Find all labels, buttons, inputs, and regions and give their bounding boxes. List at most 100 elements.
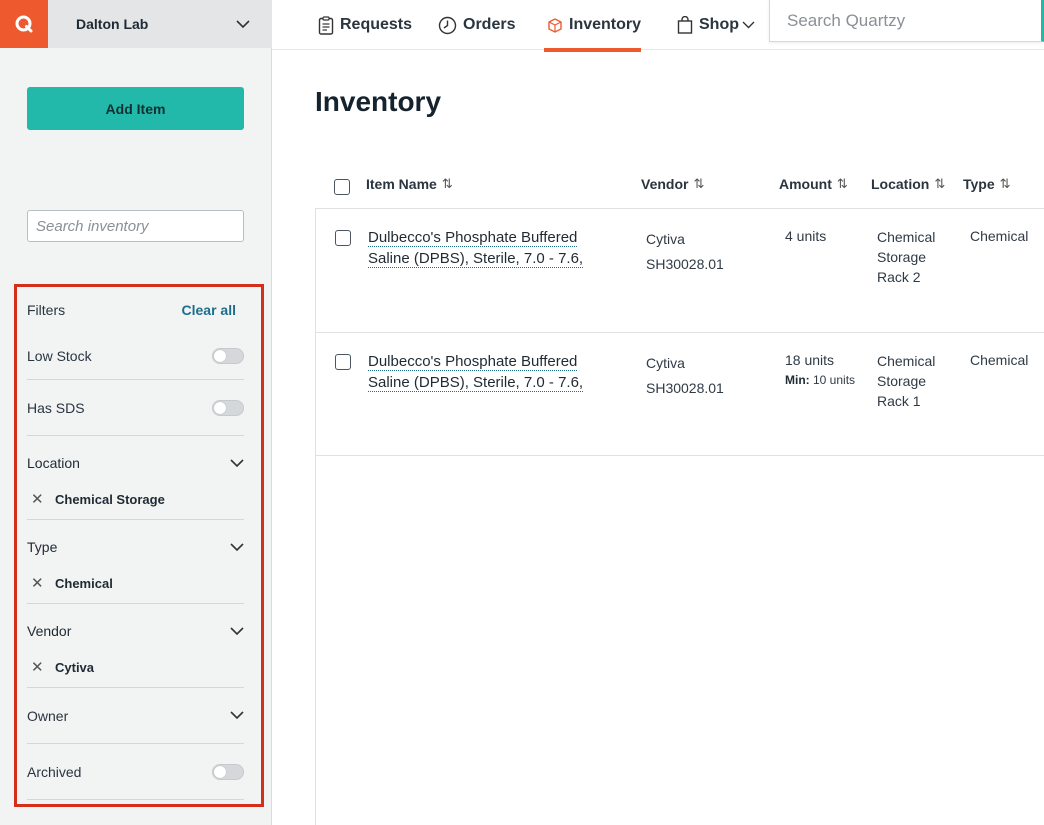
chevron-down-icon	[230, 458, 244, 467]
table-row[interactable]: Dulbecco's Phosphate Buffered Saline (DP…	[315, 209, 1044, 333]
vendor-filter-chip: ✕ Cytiva	[27, 658, 244, 676]
location-line: Storage	[877, 373, 927, 389]
sidebar: Dalton Lab Add Item Filters Clear all Lo…	[0, 0, 272, 825]
item-name-link[interactable]: Saline (DPBS), Sterile, 7.0 - 7.6,	[368, 250, 584, 268]
min-label: Min:	[785, 373, 810, 387]
vendor-name: Cytiva	[646, 231, 685, 247]
global-search	[769, 0, 1044, 42]
filter-location-label: Location	[27, 455, 80, 471]
filter-location-header[interactable]: Location	[27, 436, 244, 490]
add-item-button[interactable]: Add Item	[27, 87, 244, 130]
vendor-cell: Cytiva SH30028.01	[646, 227, 724, 277]
column-location-label: Location	[871, 176, 930, 192]
nav-orders-label: Orders	[463, 16, 516, 33]
filter-type-label: Type	[27, 539, 58, 555]
chevron-down-icon	[742, 21, 755, 29]
workspace-switcher[interactable]: Dalton Lab	[48, 0, 272, 48]
row-checkbox[interactable]	[335, 354, 351, 370]
inventory-table: Item Name ⇅ Vendor ⇅ Amount ⇅ Location ⇅ Typ…	[315, 160, 1044, 456]
inventory-search-input[interactable]	[36, 217, 237, 235]
type-filter-value: Chemical	[55, 575, 113, 591]
catalog-number: SH30028.01	[646, 256, 724, 272]
filter-type-header[interactable]: Type	[27, 520, 244, 574]
filter-owner-label: Owner	[27, 707, 69, 724]
column-vendor[interactable]: Vendor ⇅	[641, 176, 704, 192]
item-name-cell: Dulbecco's Phosphate Buffered Saline (DP…	[368, 227, 596, 269]
sort-icon: ⇅	[693, 176, 705, 191]
vendor-filter-value: Cytiva	[55, 659, 95, 675]
column-type-label: Type	[963, 176, 995, 192]
orders-clock-icon	[438, 16, 457, 34]
inventory-search	[27, 210, 244, 242]
table-row[interactable]: Dulbecco's Phosphate Buffered Saline (DP…	[315, 333, 1044, 456]
filter-vendor: Vendor ✕ Cytiva	[27, 604, 244, 688]
filter-location: Location ✕ Chemical Storage	[27, 436, 244, 520]
amount-cell: 18 units Min: 10 units	[785, 350, 855, 390]
amount-value: 4 units	[785, 228, 827, 244]
workspace-name: Dalton Lab	[76, 16, 149, 32]
filter-vendor-label: Vendor	[27, 623, 72, 639]
filter-archived: Archived	[27, 744, 244, 800]
type-cell: Chemical	[970, 228, 1029, 244]
sort-icon: ⇅	[934, 176, 946, 191]
column-item-name[interactable]: Item Name ⇅	[366, 176, 453, 192]
location-line: Chemical	[877, 229, 936, 245]
type-filter-chip: ✕ Chemical	[27, 574, 244, 592]
column-location[interactable]: Location ⇅	[871, 176, 945, 192]
nav-requests-label: Requests	[340, 16, 413, 33]
remove-chip-icon[interactable]: ✕	[27, 658, 55, 676]
archived-toggle[interactable]	[212, 763, 244, 780]
min-value: 10 units	[813, 373, 856, 387]
item-name-link[interactable]: Saline (DPBS), Sterile, 7.0 - 7.6,	[368, 374, 584, 392]
item-name-cell: Dulbecco's Phosphate Buffered Saline (DP…	[368, 351, 596, 393]
inventory-box-icon	[548, 18, 562, 33]
location-cell: Chemical Storage Rack 2	[877, 227, 935, 287]
nav-requests[interactable]: Requests	[318, 0, 412, 50]
nav-orders[interactable]: Orders	[438, 0, 515, 50]
has-sds-toggle[interactable]	[212, 399, 244, 416]
shopping-bag-icon	[677, 16, 693, 34]
sort-icon: ⇅	[836, 176, 848, 191]
location-filter-value: Chemical Storage	[55, 491, 165, 507]
chevron-down-icon	[236, 19, 250, 28]
column-vendor-label: Vendor	[641, 176, 689, 192]
filter-archived-label: Archived	[27, 763, 82, 780]
column-amount[interactable]: Amount ⇅	[779, 176, 848, 192]
filter-owner[interactable]: Owner	[27, 688, 244, 744]
select-all-checkbox[interactable]	[334, 179, 350, 195]
item-name-link[interactable]: Dulbecco's Phosphate Buffered	[368, 353, 578, 371]
catalog-number: SH30028.01	[646, 380, 724, 396]
location-line: Storage	[877, 249, 927, 265]
filter-low-stock: Low Stock	[27, 333, 244, 380]
amount-value: 18 units	[785, 352, 835, 368]
filter-has-sds-label: Has SDS	[27, 399, 85, 416]
filter-vendor-header[interactable]: Vendor	[27, 604, 244, 658]
filter-type: Type ✕ Chemical	[27, 520, 244, 604]
item-name-link[interactable]: Dulbecco's Phosphate Buffered	[368, 229, 578, 247]
low-stock-toggle[interactable]	[212, 348, 244, 364]
nav-inventory[interactable]: Inventory	[547, 0, 641, 50]
chevron-down-icon	[230, 542, 244, 551]
remove-chip-icon[interactable]: ✕	[27, 574, 55, 592]
global-search-input[interactable]	[787, 10, 1027, 31]
active-tab-indicator	[544, 48, 641, 52]
remove-chip-icon[interactable]: ✕	[27, 490, 55, 508]
column-type[interactable]: Type ⇅	[963, 176, 1011, 192]
clipboard-icon	[318, 15, 334, 35]
page-title: Inventory	[315, 86, 442, 117]
clear-all-link[interactable]: Clear all	[182, 302, 236, 318]
filters-title: Filters	[27, 302, 66, 318]
vendor-cell: Cytiva SH30028.01	[646, 351, 724, 401]
quartzy-q-icon	[15, 15, 33, 33]
nav-shop[interactable]: Shop	[677, 0, 761, 50]
row-checkbox[interactable]	[335, 230, 351, 246]
location-line: Rack 2	[877, 269, 921, 285]
min-amount: Min: 10 units	[785, 370, 855, 390]
column-item-name-label: Item Name	[366, 176, 437, 192]
sort-icon: ⇅	[999, 176, 1011, 191]
quartzy-logo[interactable]	[0, 0, 48, 48]
table-left-border	[315, 456, 316, 825]
chevron-down-icon	[230, 626, 244, 635]
vendor-name: Cytiva	[646, 355, 685, 371]
filter-low-stock-label: Low Stock	[27, 348, 92, 364]
